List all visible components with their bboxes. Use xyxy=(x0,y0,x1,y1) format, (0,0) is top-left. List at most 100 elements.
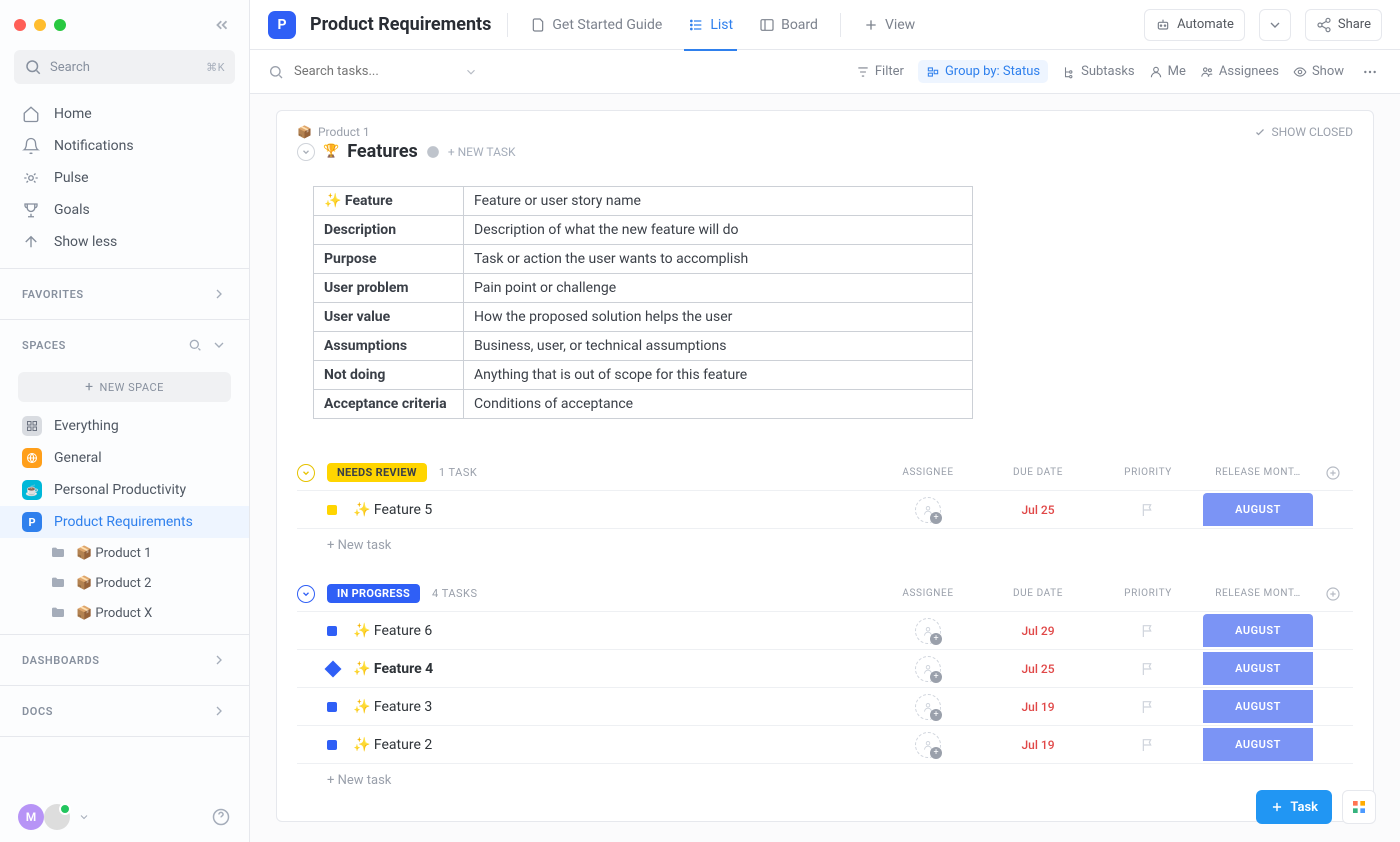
task-row[interactable]: ✨ Feature 5Jul 25AUGUST xyxy=(297,490,1353,528)
search-icon[interactable] xyxy=(187,337,203,353)
automate-dropdown[interactable] xyxy=(1259,9,1291,41)
cell-priority[interactable] xyxy=(1140,699,1156,715)
me-button[interactable]: Me xyxy=(1149,64,1186,79)
nav-home[interactable]: Home xyxy=(0,98,249,130)
apps-button[interactable] xyxy=(1342,790,1376,824)
space-everything[interactable]: Everything xyxy=(0,410,249,442)
spaces-header[interactable]: SPACES xyxy=(0,326,249,364)
cell-release[interactable]: AUGUST xyxy=(1203,493,1313,526)
cell-release[interactable]: AUGUST xyxy=(1203,728,1313,761)
col-release[interactable]: RELEASE MONT… xyxy=(1203,467,1313,478)
cell-release[interactable]: AUGUST xyxy=(1203,614,1313,647)
more-button[interactable] xyxy=(1358,64,1382,80)
nav-pulse[interactable]: Pulse xyxy=(0,162,249,194)
user-avatar[interactable]: M xyxy=(18,804,44,830)
assignee-placeholder[interactable] xyxy=(915,656,941,682)
folder-product-2[interactable]: 📦 Product 2 xyxy=(0,568,249,598)
nav-notifications[interactable]: Notifications xyxy=(0,130,249,162)
cell-priority[interactable] xyxy=(1140,502,1156,518)
status-diamond[interactable] xyxy=(325,660,342,677)
new-space-button[interactable]: + NEW SPACE xyxy=(18,372,231,402)
user-photo[interactable] xyxy=(44,804,70,830)
close-window[interactable] xyxy=(14,19,26,31)
cell-due-date[interactable]: Jul 19 xyxy=(1021,738,1054,752)
share-button[interactable]: Share xyxy=(1305,9,1382,41)
task-search-input[interactable] xyxy=(292,63,422,80)
col-assignee[interactable]: ASSIGNEE xyxy=(873,467,983,478)
cell-due-date[interactable]: Jul 25 xyxy=(1021,503,1054,517)
sidebar-search[interactable]: Search ⌘K xyxy=(14,50,235,84)
cell-assignee[interactable] xyxy=(915,618,941,644)
col-priority[interactable]: PRIORITY xyxy=(1093,467,1203,478)
task-search[interactable] xyxy=(268,63,478,80)
chevron-down-icon[interactable] xyxy=(464,65,478,79)
folder-product-1[interactable]: 📦 Product 1 xyxy=(0,538,249,568)
cell-priority[interactable] xyxy=(1140,737,1156,753)
tab-list[interactable]: List xyxy=(682,0,739,50)
task-row[interactable]: ✨ Feature 3Jul 19AUGUST xyxy=(297,687,1353,725)
task-row[interactable]: ✨ Feature 6Jul 29AUGUST xyxy=(297,611,1353,649)
col-assignee[interactable]: ASSIGNEE xyxy=(873,588,983,599)
status-square[interactable] xyxy=(327,505,337,515)
assignee-placeholder[interactable] xyxy=(915,694,941,720)
tab-board[interactable]: Board xyxy=(753,0,824,50)
docs-header[interactable]: DOCS xyxy=(0,692,249,730)
collapse-list-button[interactable] xyxy=(297,143,315,161)
subtasks-button[interactable]: Subtasks xyxy=(1062,64,1135,79)
tab-add-view[interactable]: View xyxy=(857,0,921,50)
chevron-down-icon[interactable] xyxy=(78,811,90,823)
show-closed-button[interactable]: SHOW CLOSED xyxy=(1254,125,1353,139)
chevron-down-icon[interactable] xyxy=(211,337,227,353)
nav-show-less[interactable]: Show less xyxy=(0,226,249,258)
new-task-row[interactable]: + New task xyxy=(297,528,1353,562)
task-row[interactable]: ✨ Feature 2Jul 19AUGUST xyxy=(297,725,1353,763)
tab-get-started[interactable]: Get Started Guide xyxy=(524,0,668,50)
col-due[interactable]: DUE DATE xyxy=(983,588,1093,599)
new-task-link[interactable]: + NEW TASK xyxy=(448,145,516,159)
status-square[interactable] xyxy=(327,626,337,636)
col-due[interactable]: DUE DATE xyxy=(983,467,1093,478)
breadcrumb[interactable]: 📦 Product 1 xyxy=(297,125,516,139)
assignee-placeholder[interactable] xyxy=(915,618,941,644)
group-by-button[interactable]: Group by: Status xyxy=(918,60,1048,83)
cell-due-date[interactable]: Jul 25 xyxy=(1021,662,1054,676)
col-priority[interactable]: PRIORITY xyxy=(1093,588,1203,599)
info-icon[interactable] xyxy=(426,145,440,159)
status-pill[interactable]: NEEDS REVIEW xyxy=(327,463,427,482)
assignee-placeholder[interactable] xyxy=(915,497,941,523)
col-release[interactable]: RELEASE MONT… xyxy=(1203,588,1313,599)
cell-release[interactable]: AUGUST xyxy=(1203,652,1313,685)
collapse-sidebar-button[interactable] xyxy=(209,12,235,38)
help-icon[interactable] xyxy=(211,807,231,827)
cell-due-date[interactable]: Jul 19 xyxy=(1021,700,1054,714)
space-product-requirements[interactable]: P Product Requirements xyxy=(0,506,249,538)
new-task-row[interactable]: + New task xyxy=(297,763,1353,797)
space-personal-productivity[interactable]: ☕ Personal Productivity xyxy=(0,474,249,506)
status-pill[interactable]: IN PROGRESS xyxy=(327,584,420,603)
automate-button[interactable]: Automate xyxy=(1144,9,1245,41)
assignee-placeholder[interactable] xyxy=(915,732,941,758)
cell-assignee[interactable] xyxy=(915,732,941,758)
collapse-group-button[interactable] xyxy=(297,585,315,603)
status-square[interactable] xyxy=(327,740,337,750)
task-row[interactable]: ✨ Feature 4Jul 25AUGUST xyxy=(297,649,1353,687)
cell-assignee[interactable] xyxy=(915,656,941,682)
folder-product-x[interactable]: 📦 Product X xyxy=(0,598,249,628)
minimize-window[interactable] xyxy=(34,19,46,31)
status-square[interactable] xyxy=(327,702,337,712)
space-general[interactable]: General xyxy=(0,442,249,474)
cell-assignee[interactable] xyxy=(915,694,941,720)
cell-release[interactable]: AUGUST xyxy=(1203,690,1313,723)
cell-priority[interactable] xyxy=(1140,623,1156,639)
add-column-button[interactable] xyxy=(1325,465,1341,481)
collapse-group-button[interactable] xyxy=(297,464,315,482)
show-button[interactable]: Show xyxy=(1293,64,1344,79)
cell-due-date[interactable]: Jul 29 xyxy=(1021,624,1054,638)
cell-assignee[interactable] xyxy=(915,497,941,523)
favorites-header[interactable]: FAVORITES xyxy=(0,275,249,313)
filter-button[interactable]: Filter xyxy=(856,64,904,79)
assignees-button[interactable]: Assignees xyxy=(1200,64,1279,79)
nav-goals[interactable]: Goals xyxy=(0,194,249,226)
add-column-button[interactable] xyxy=(1325,586,1341,602)
maximize-window[interactable] xyxy=(54,19,66,31)
